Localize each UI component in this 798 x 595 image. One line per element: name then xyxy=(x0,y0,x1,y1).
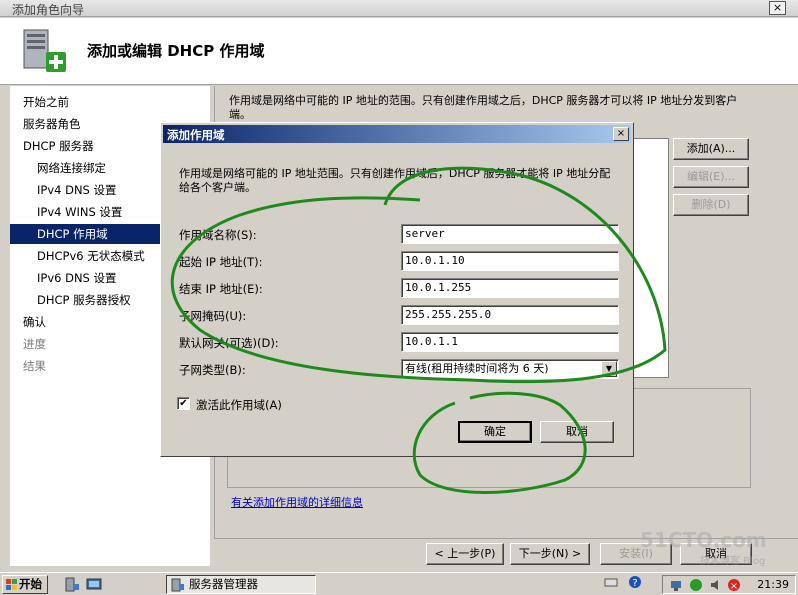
previous-button[interactable]: < 上一步(P) xyxy=(426,543,504,565)
dialog-titlebar: 添加作用域 × xyxy=(163,125,631,143)
wizard-titlebar: 添加角色向导 × xyxy=(0,0,798,17)
scopes-description: 作用域是网络中可能的 IP 地址的范围。只有创建作用域之后，DHCP 服务器才可… xyxy=(229,94,738,121)
watermark-sub: 技术博客 Blog xyxy=(700,556,766,567)
svg-text:?: ? xyxy=(632,578,637,589)
default-gateway-input[interactable]: 10.0.1.1 xyxy=(401,332,619,352)
security-icon[interactable] xyxy=(689,578,703,592)
nav-item-dhcp-server[interactable]: DHCP 服务器 xyxy=(23,136,94,156)
dialog-cancel-button[interactable]: 取消 xyxy=(540,421,614,443)
wizard-close-button[interactable]: × xyxy=(769,1,786,15)
server-manager-quicklaunch-icon[interactable] xyxy=(64,577,80,592)
nav-item-dhcpv6-stateless[interactable]: DHCPv6 无状态模式 xyxy=(37,246,145,266)
chevron-down-icon[interactable]: ▼ xyxy=(601,361,617,377)
nav-item-progress: 进度 xyxy=(23,337,46,351)
help-link[interactable]: 有关添加作用域的详细信息 xyxy=(231,494,363,510)
alert-icon[interactable]: × xyxy=(727,578,741,592)
system-tray: × 21:39 xyxy=(662,575,796,594)
nav-item-dhcp-authorization[interactable]: DHCP 服务器授权 xyxy=(37,290,131,310)
wizard-header: 添加或编辑 DHCP 作用域 xyxy=(0,18,798,85)
volume-icon[interactable] xyxy=(709,578,723,592)
keyboard-icon[interactable] xyxy=(604,575,618,589)
help-icon[interactable]: ? xyxy=(628,575,642,589)
start-ip-label: 起始 IP 地址(T): xyxy=(179,255,263,269)
subnet-type-value: 有线(租用持续时间将为 6 天) xyxy=(405,362,549,375)
nav-item-ipv4-dns[interactable]: IPv4 DNS 设置 xyxy=(37,180,117,200)
nav-item-results: 结果 xyxy=(23,359,46,373)
nav-item-ipv6-dns[interactable]: IPv6 DNS 设置 xyxy=(37,268,117,288)
subnet-mask-input[interactable]: 255.255.255.0 xyxy=(401,305,619,325)
windows-logo-icon xyxy=(6,579,17,590)
taskbar-task-label: 服务器管理器 xyxy=(189,577,258,591)
scope-name-input[interactable]: server xyxy=(401,224,619,244)
svg-text:×: × xyxy=(730,581,738,592)
end-ip-input[interactable]: 10.0.1.255 xyxy=(401,278,619,298)
wizard-title: 添加角色向导 xyxy=(12,3,85,17)
show-desktop-icon[interactable] xyxy=(86,577,102,592)
edit-scope-button[interactable]: 编辑(E)... xyxy=(673,166,749,188)
server-add-icon xyxy=(23,29,66,72)
nav-item-ipv4-wins[interactable]: IPv4 WINS 设置 xyxy=(37,202,122,222)
subnet-mask-label: 子网掩码(U): xyxy=(179,309,247,323)
dialog-close-button[interactable]: × xyxy=(613,127,629,141)
add-scope-button[interactable]: 添加(A)... xyxy=(673,138,749,160)
start-button[interactable]: 开始 xyxy=(2,575,48,594)
ok-button[interactable]: 确定 xyxy=(458,421,532,443)
taskbar: 开始 服务器管理器 ? × 21:39 xyxy=(0,572,798,595)
nav-item-network-bindings[interactable]: 网络连接绑定 xyxy=(37,158,106,178)
activate-scope-label[interactable]: 激活此作用域(A) xyxy=(196,397,282,413)
start-label: 开始 xyxy=(19,577,42,591)
nav-item-server-roles[interactable]: 服务器角色 xyxy=(23,114,81,134)
dialog-title: 添加作用域 xyxy=(167,128,225,142)
start-ip-input[interactable]: 10.0.1.10 xyxy=(401,251,619,271)
watermark: 51CTO.com xyxy=(640,528,767,552)
nav-item-confirmation[interactable]: 确认 xyxy=(23,312,46,332)
server-manager-icon xyxy=(171,578,184,592)
scope-name-label: 作用域名称(S): xyxy=(179,228,257,242)
next-button[interactable]: 下一步(N) > xyxy=(510,543,590,565)
subnet-type-select[interactable]: 有线(租用持续时间将为 6 天) ▼ xyxy=(401,359,619,379)
add-scope-dialog: 添加作用域 × 作用域是网络可能的 IP 地址范围。只有创建作用域后，DHCP … xyxy=(160,122,634,457)
delete-scope-button[interactable]: 删除(D) xyxy=(673,194,749,216)
activate-scope-checkbox[interactable]: ✔ xyxy=(177,397,190,410)
default-gateway-label: 默认网关(可选)(D): xyxy=(179,336,279,350)
end-ip-label: 结束 IP 地址(E): xyxy=(179,282,263,296)
dialog-description: 作用域是网络可能的 IP 地址范围。只有创建作用域后，DHCP 服务器才能将 I… xyxy=(179,167,611,194)
taskbar-server-manager[interactable]: 服务器管理器 xyxy=(166,575,316,594)
nav-item-before-you-begin[interactable]: 开始之前 xyxy=(23,92,69,112)
clock[interactable]: 21:39 xyxy=(757,578,789,591)
page-title: 添加或编辑 DHCP 作用域 xyxy=(87,42,265,60)
network-icon[interactable] xyxy=(669,578,683,592)
subnet-type-label: 子网类型(B): xyxy=(179,363,246,377)
